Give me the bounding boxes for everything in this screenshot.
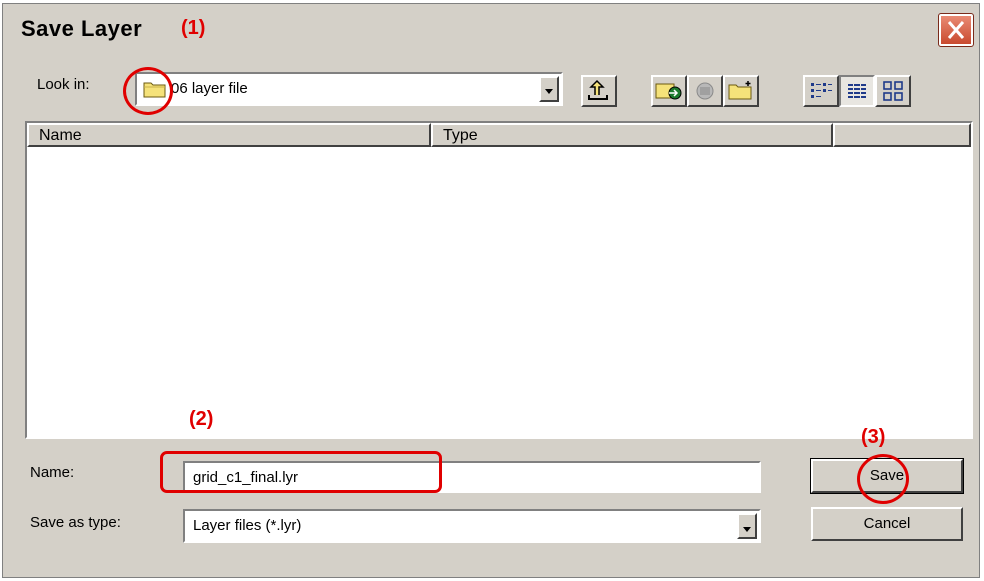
details-view-icon	[848, 83, 866, 99]
up-folder-icon	[588, 79, 608, 100]
up-one-level-button[interactable]	[581, 75, 617, 107]
disconnect-folder-button[interactable]	[687, 75, 723, 107]
column-header-type[interactable]: Type	[431, 123, 833, 147]
list-view-icon	[811, 83, 832, 98]
save-as-type-dropdown[interactable]: Layer files (*.lyr)	[183, 509, 761, 543]
chevron-down-icon	[545, 89, 553, 94]
connect-folder-button[interactable]	[651, 75, 687, 107]
look-in-value: 06 layer file	[171, 80, 248, 97]
chevron-down-icon	[743, 527, 751, 532]
column-header-name[interactable]: Name	[27, 123, 431, 147]
save-as-type-value: Layer files (*.lyr)	[193, 517, 302, 534]
close-button[interactable]	[938, 13, 974, 47]
file-list[interactable]: Name Type	[25, 121, 973, 439]
name-label: Name:	[30, 464, 75, 481]
annotation-step-2: (2)	[189, 408, 214, 430]
look-in-dropdown-button[interactable]	[539, 76, 559, 102]
new-folder-icon	[728, 81, 752, 100]
connect-folder-icon	[655, 83, 682, 100]
disconnect-icon	[696, 82, 714, 100]
save-as-type-dropdown-button[interactable]	[737, 513, 757, 539]
thumbnails-view-icon	[883, 81, 903, 101]
dialog-title: Save Layer	[21, 16, 143, 41]
save-layer-dialog: Save Layer Look in: 06 layer file Name T…	[2, 3, 980, 578]
title-bar[interactable]: Save Layer	[3, 4, 979, 54]
details-view-button[interactable]	[839, 75, 875, 107]
annotation-circle-save	[857, 454, 909, 504]
new-folder-button[interactable]	[723, 75, 759, 107]
column-header-empty[interactable]	[833, 123, 971, 147]
column-header-type-label: Type	[443, 127, 478, 144]
cancel-button[interactable]: Cancel	[811, 507, 963, 541]
annotation-step-1: (1)	[181, 17, 206, 39]
annotation-step-3: (3)	[861, 426, 886, 448]
look-in-dropdown[interactable]: 06 layer file	[135, 72, 563, 106]
save-as-type-label: Save as type:	[30, 514, 121, 531]
column-header-name-label: Name	[39, 127, 82, 144]
look-in-label: Look in:	[37, 76, 90, 93]
list-view-button[interactable]	[803, 75, 839, 107]
annotation-rect-name	[160, 451, 442, 493]
close-icon	[947, 21, 965, 39]
thumbnails-view-button[interactable]	[875, 75, 911, 107]
annotation-circle-folder	[123, 67, 173, 115]
